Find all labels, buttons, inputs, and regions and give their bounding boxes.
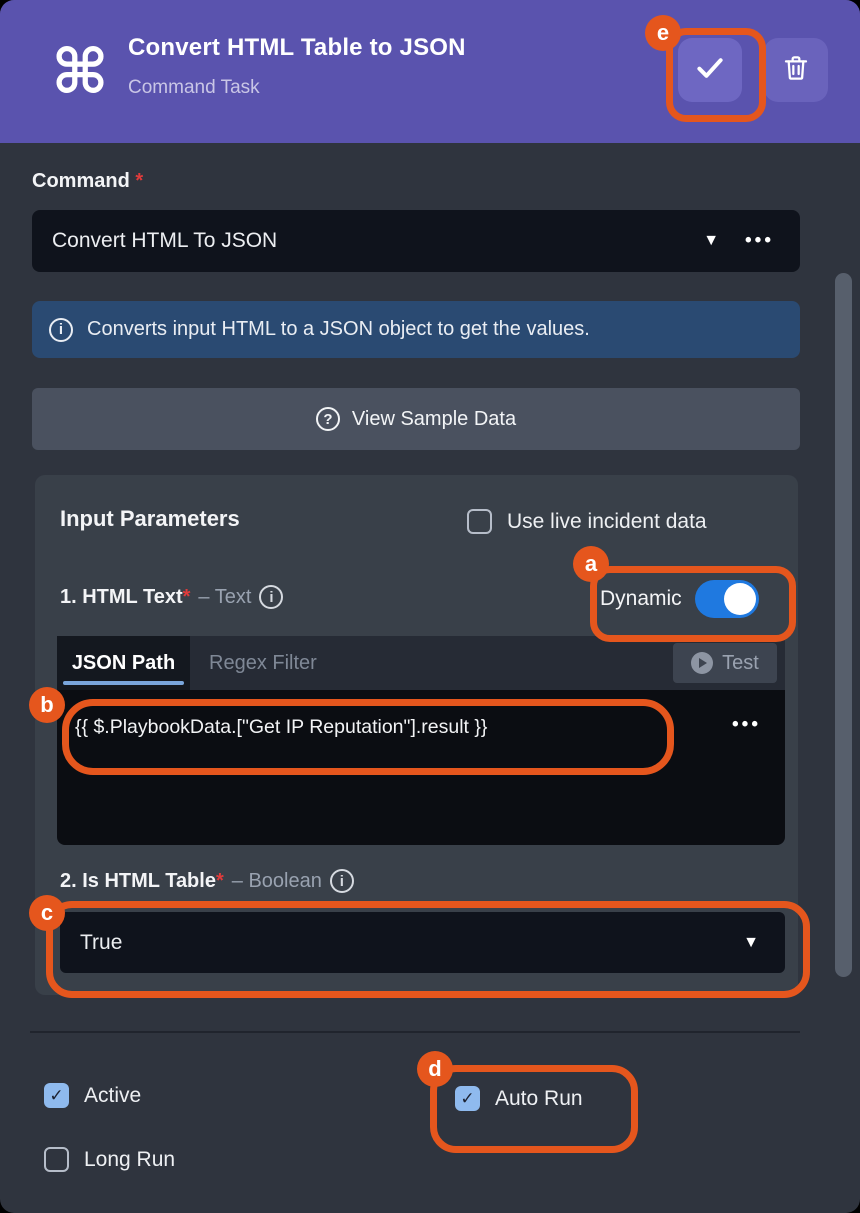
task-type-label: Command Task	[128, 77, 260, 99]
info-icon: i	[49, 318, 73, 342]
use-live-incident-data-checkbox-row[interactable]: Use live incident data	[467, 509, 707, 534]
param1-type-label: – Text	[198, 586, 251, 609]
command-task-icon: ⌘	[40, 28, 120, 114]
command-select-value: Convert HTML To JSON	[52, 229, 703, 253]
param2-label-row: 2. Is HTML Table* – Boolean i	[60, 869, 354, 893]
is-html-table-select[interactable]: True ▼	[60, 912, 785, 973]
play-icon	[691, 652, 713, 674]
expression-tabbar: JSON Path Regex Filter Test	[57, 636, 785, 690]
delete-button[interactable]	[764, 38, 828, 102]
json-path-editor[interactable]: {{ $.PlaybookData.["Get IP Reputation"].…	[57, 690, 785, 845]
checkmark-icon	[693, 51, 727, 90]
test-button-label: Test	[722, 652, 759, 675]
active-tab-underline	[63, 681, 184, 685]
json-path-expression[interactable]: {{ $.PlaybookData.["Get IP Reputation"].…	[75, 716, 487, 739]
dynamic-label: Dynamic	[600, 587, 682, 611]
param2-name-text: 2. Is HTML Table	[60, 870, 216, 892]
vertical-scrollbar-thumb[interactable]	[835, 273, 852, 977]
task-header: ⌘ Convert HTML Table to JSON Command Tas…	[0, 0, 860, 143]
param2-info-icon[interactable]: i	[330, 869, 354, 893]
param1-name-text: 1. HTML Text	[60, 586, 183, 608]
chevron-down-icon[interactable]: ▼	[743, 934, 759, 952]
command-label-text: Command	[32, 170, 130, 192]
task-config-panel: ⌘ Convert HTML Table to JSON Command Tas…	[0, 0, 860, 1213]
long-run-label: Long Run	[84, 1148, 175, 1172]
tab-regex-filter[interactable]: Regex Filter	[209, 636, 317, 690]
view-sample-data-button[interactable]: ? View Sample Data	[32, 388, 800, 450]
auto-run-checkbox-row[interactable]: ✓ Auto Run	[455, 1086, 583, 1111]
input-parameters-title: Input Parameters	[60, 506, 240, 532]
tab-json-path-label: JSON Path	[72, 652, 175, 675]
active-checkbox-row[interactable]: ✓ Active	[44, 1083, 141, 1108]
is-html-table-value: True	[80, 931, 743, 955]
use-live-incident-data-checkbox[interactable]	[467, 509, 492, 534]
param2-type-label: – Boolean	[232, 870, 322, 893]
annotation-badge-c: c	[29, 895, 65, 931]
annotation-badge-b: b	[29, 687, 65, 723]
command-select[interactable]: Convert HTML To JSON ▼ •••	[32, 210, 800, 272]
dynamic-toggle-group: Dynamic	[600, 580, 759, 618]
param1-label-row: 1. HTML Text* – Text i	[60, 585, 283, 609]
question-icon: ?	[316, 407, 340, 431]
param1-info-icon[interactable]: i	[259, 585, 283, 609]
param1-required-mark: *	[183, 586, 191, 608]
chevron-down-icon[interactable]: ▼	[703, 232, 719, 250]
trash-icon	[780, 52, 812, 89]
active-label: Active	[84, 1084, 141, 1108]
auto-run-checkbox[interactable]: ✓	[455, 1086, 480, 1111]
command-description-banner: i Converts input HTML to a JSON object t…	[32, 301, 800, 358]
tab-regex-filter-label: Regex Filter	[209, 652, 317, 675]
param2-name: 2. Is HTML Table*	[60, 870, 224, 893]
use-live-incident-data-label: Use live incident data	[507, 510, 707, 534]
auto-run-label: Auto Run	[495, 1087, 583, 1111]
tab-json-path[interactable]: JSON Path	[57, 636, 190, 690]
param1-name: 1. HTML Text*	[60, 586, 190, 609]
long-run-checkbox-row[interactable]: Long Run	[44, 1147, 175, 1172]
annotation-badge-e: e	[645, 15, 681, 51]
editor-more-options-icon[interactable]: •••	[732, 714, 761, 736]
annotation-badge-a: a	[573, 546, 609, 582]
toggle-knob	[724, 583, 756, 615]
param2-required-mark: *	[216, 870, 224, 892]
command-description-text: Converts input HTML to a JSON object to …	[87, 318, 590, 341]
command-required-mark: *	[135, 170, 143, 192]
dynamic-toggle[interactable]	[695, 580, 759, 618]
command-field-label: Command *	[32, 170, 143, 193]
task-title: Convert HTML Table to JSON	[128, 34, 466, 62]
view-sample-data-label: View Sample Data	[352, 408, 516, 431]
annotation-badge-d: d	[417, 1051, 453, 1087]
footer-divider	[30, 1031, 800, 1033]
confirm-button[interactable]	[678, 38, 742, 102]
long-run-checkbox[interactable]	[44, 1147, 69, 1172]
more-options-icon[interactable]: •••	[745, 230, 774, 252]
active-checkbox[interactable]: ✓	[44, 1083, 69, 1108]
test-button[interactable]: Test	[673, 643, 777, 683]
